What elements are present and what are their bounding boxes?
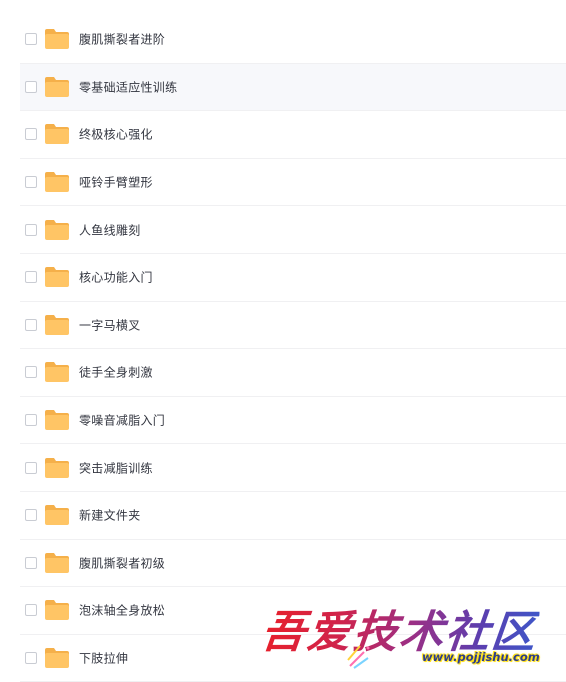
folder-row[interactable]: 突击减脂训练 [20, 444, 566, 492]
checkbox-icon[interactable] [25, 223, 37, 236]
folder-icon [45, 457, 69, 478]
checkbox-icon[interactable] [25, 271, 37, 284]
folder-row[interactable]: 新建文件夹 [20, 492, 566, 540]
folder-name[interactable]: 人鱼线雕刻 [79, 221, 141, 238]
folder-name[interactable]: 零基础适应性训练 [79, 78, 177, 95]
folder-icon [45, 648, 69, 669]
folder-row[interactable]: 下肢拉伸 [20, 635, 566, 682]
folder-name[interactable]: 哑铃手臂塑形 [79, 174, 153, 191]
folder-name[interactable]: 一字马横叉 [79, 316, 141, 333]
folder-icon [45, 600, 69, 621]
folder-row[interactable]: 腹肌撕裂者初级 [20, 540, 566, 588]
folder-row[interactable]: 人鱼线雕刻 [20, 206, 566, 254]
checkbox-icon[interactable] [25, 652, 37, 665]
checkbox-icon[interactable] [25, 366, 37, 379]
folder-name[interactable]: 核心功能入门 [79, 269, 153, 286]
folder-name[interactable]: 新建文件夹 [79, 507, 141, 524]
checkbox-icon[interactable] [25, 176, 37, 189]
checkbox-icon[interactable] [25, 318, 37, 331]
checkbox-icon[interactable] [25, 80, 37, 93]
folder-icon [45, 410, 69, 431]
folder-name[interactable]: 腹肌撕裂者初级 [79, 554, 165, 571]
checkbox-icon[interactable] [25, 128, 37, 141]
folder-row[interactable]: 零基础适应性训练 [20, 63, 566, 112]
folder-name[interactable]: 徒手全身刺激 [79, 364, 153, 381]
folder-name[interactable]: 零噪音减脂入门 [79, 412, 165, 429]
checkbox-icon[interactable] [25, 414, 37, 427]
checkbox-icon[interactable] [25, 33, 37, 46]
folder-name[interactable]: 腹肌撕裂者进阶 [79, 31, 165, 48]
folder-name[interactable]: 终极核心强化 [79, 126, 153, 143]
folder-name[interactable]: 突击减脂训练 [79, 459, 153, 476]
checkbox-icon[interactable] [25, 509, 37, 522]
checkbox-icon[interactable] [25, 461, 37, 474]
folder-icon [45, 29, 69, 50]
folder-icon [45, 76, 69, 97]
folder-row[interactable]: 腹肌撕裂者进阶 [20, 16, 566, 64]
folder-row[interactable]: 哑铃手臂塑形 [20, 159, 566, 207]
checkbox-icon[interactable] [25, 556, 37, 569]
folder-icon [45, 267, 69, 288]
folder-icon [45, 314, 69, 335]
folder-row[interactable]: 一字马横叉 [20, 302, 566, 350]
folder-row[interactable]: 零噪音减脂入门 [20, 397, 566, 445]
folder-icon [45, 362, 69, 383]
folder-icon [45, 505, 69, 526]
checkbox-icon[interactable] [25, 604, 37, 617]
folder-row[interactable]: 核心功能入门 [20, 254, 566, 302]
folder-name[interactable]: 下肢拉伸 [79, 650, 128, 667]
folder-icon [45, 219, 69, 240]
file-list: 腹肌撕裂者进阶 零基础适应性训练 终极核心强化 哑铃手臂塑形 人鱼线雕刻核心功能入门 一字… [20, 16, 566, 682]
folder-icon [45, 172, 69, 193]
folder-icon [45, 124, 69, 145]
folder-icon [45, 552, 69, 573]
folder-name[interactable]: 泡沫轴全身放松 [79, 602, 165, 619]
folder-row[interactable]: 泡沫轴全身放松 [20, 587, 566, 635]
folder-row[interactable]: 终极核心强化 [20, 111, 566, 159]
folder-row[interactable]: 徒手全身刺激 [20, 349, 566, 397]
